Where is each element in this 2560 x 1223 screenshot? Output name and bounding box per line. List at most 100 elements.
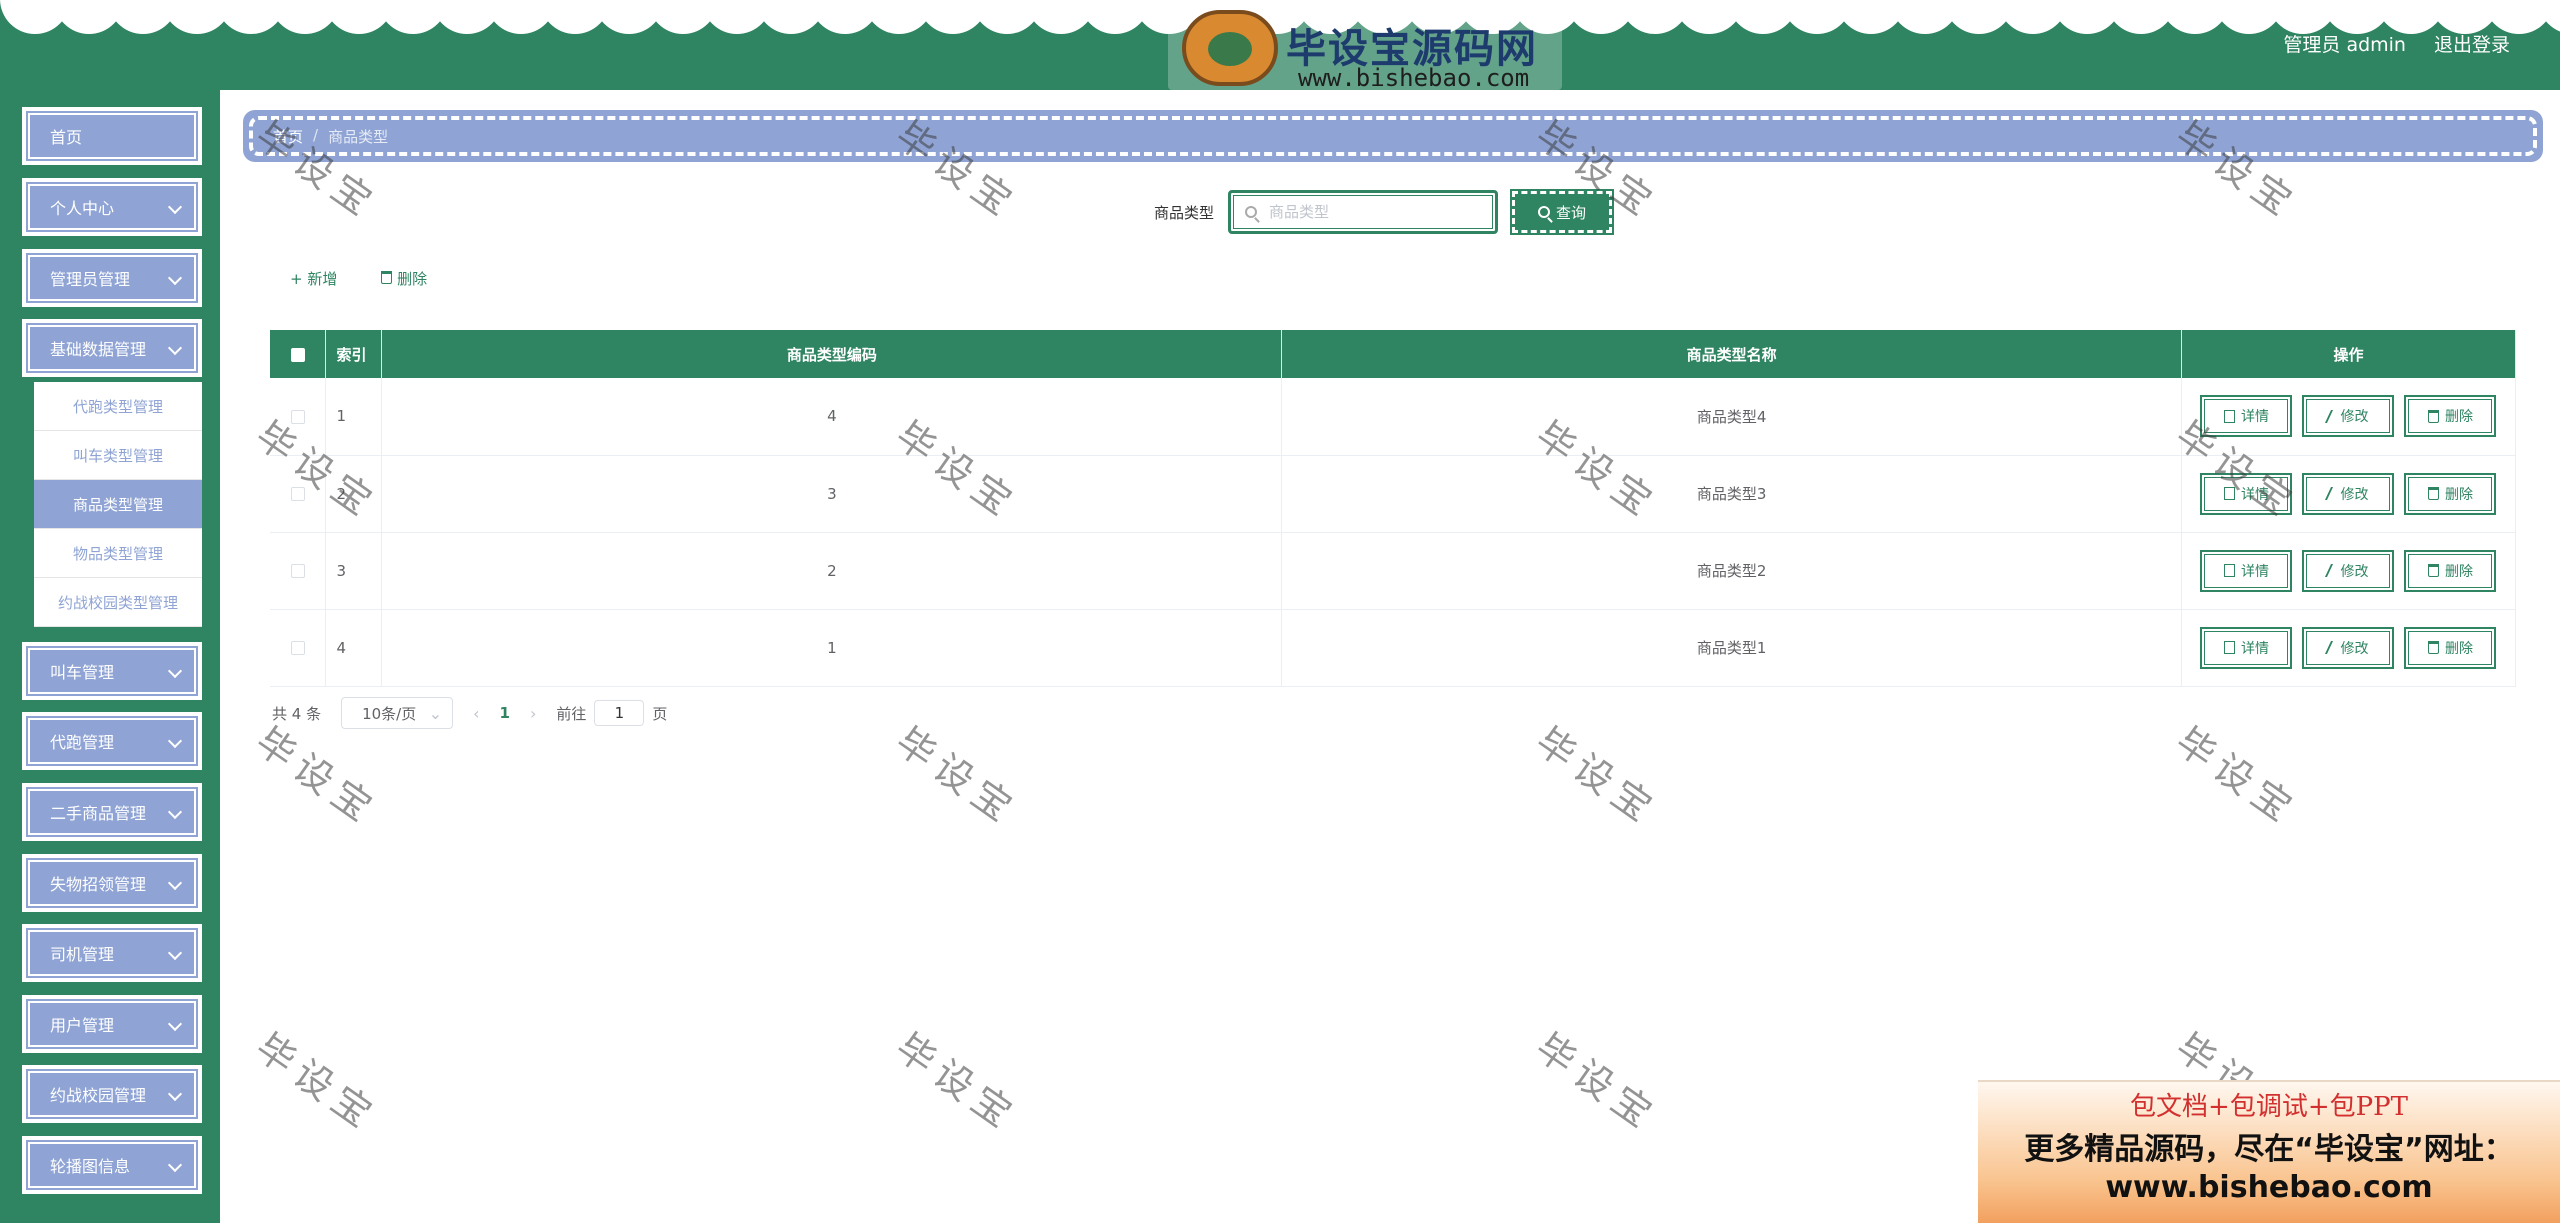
detail-label: 详情 — [2240, 409, 2269, 426]
select-all-checkbox[interactable] — [290, 347, 305, 362]
delete-button[interactable]: 删除 — [2404, 549, 2497, 592]
sidebar-item-label: 司机管理 — [50, 945, 115, 964]
header-user-area: 管理员 admin 退出登录 — [2283, 30, 2510, 57]
sidebar-item-basic-data[interactable]: 基础数据管理 — [22, 319, 202, 377]
cell-code: 2 — [381, 532, 1283, 610]
sidebar-item-user[interactable]: 用户管理 — [22, 995, 202, 1053]
row-checkbox[interactable] — [290, 564, 305, 578]
search-icon — [1245, 206, 1258, 218]
detail-button[interactable]: 详情 — [2200, 549, 2293, 592]
promo-banner: 包文档+包调试+包PPT 更多精品源码，尽在“毕设宝”网址： www.bishe… — [1978, 1080, 2560, 1223]
cell-index: 4 — [325, 609, 383, 687]
watermark-text: 毕设宝 — [887, 1024, 1027, 1140]
delete-label: 删除 — [2444, 486, 2473, 503]
trash-icon — [2427, 564, 2439, 577]
sidebar-item-lost-found[interactable]: 失物招领管理 — [22, 854, 202, 912]
sidebar-item-carousel[interactable]: 轮播图信息 — [22, 1136, 202, 1194]
cell-name: 商品类型3 — [1281, 455, 2182, 533]
sidebar-item-home[interactable]: 首页 — [22, 107, 202, 165]
submenu-item-campus-type[interactable]: 约战校园类型管理 — [34, 578, 202, 627]
edit-button[interactable]: 修改 — [2302, 395, 2395, 438]
search-label: 商品类型 — [1154, 203, 1215, 222]
sidebar-item-run[interactable]: 代跑管理 — [22, 712, 202, 770]
chevron-down-icon — [167, 733, 183, 749]
goto-page: 前往 1 页 — [556, 700, 667, 726]
goto-page-input[interactable]: 1 — [594, 700, 645, 726]
delete-label: 删除 — [2444, 640, 2473, 657]
search-input[interactable] — [1269, 203, 1470, 221]
sidebar-item-label: 用户管理 — [50, 1016, 115, 1035]
cell-actions: 详情 修改 删除 — [2181, 455, 2517, 533]
watermark-text: 毕设宝 — [1527, 718, 1667, 834]
search-icon — [1538, 206, 1550, 218]
document-icon — [2223, 641, 2235, 654]
sidebar-item-label: 约战校园管理 — [50, 1086, 147, 1105]
delete-button[interactable]: 删除 — [2404, 626, 2497, 669]
column-header-index: 索引 — [325, 330, 383, 378]
goods-type-table: 索引 商品类型编码 商品类型名称 操作 1 4 商品类型4 详情 修改 删除 2… — [270, 330, 2517, 687]
sidebar-item-driver[interactable]: 司机管理 — [22, 924, 202, 982]
table-toolbar: + 新增 删除 — [290, 268, 427, 289]
sidebar-item-label: 二手商品管理 — [50, 804, 147, 823]
chevron-down-icon: ⌄ — [428, 703, 443, 723]
top-header: 毕设宝源码网 www.bishebao.com 管理员 admin 退出登录 — [0, 0, 2560, 90]
sidebar-item-admin[interactable]: 管理员管理 — [22, 249, 202, 307]
edit-label: 修改 — [2340, 409, 2369, 426]
watermark-text: 毕设宝 — [247, 1024, 387, 1140]
sidebar-item-label: 代跑管理 — [50, 733, 115, 752]
delete-button[interactable]: 删除 — [2404, 395, 2497, 438]
detail-button[interactable]: 详情 — [2200, 395, 2293, 438]
detail-label: 详情 — [2240, 563, 2269, 580]
admin-user-label[interactable]: 管理员 admin — [2283, 30, 2406, 57]
submenu-item-goods-type[interactable]: 商品类型管理 — [34, 480, 202, 529]
batch-delete-button[interactable]: 删除 — [381, 268, 427, 289]
chevron-down-icon — [167, 945, 183, 961]
promo-line-2: 更多精品源码，尽在“毕设宝”网址： — [2024, 1132, 2514, 1167]
detail-label: 详情 — [2240, 486, 2269, 503]
sidebar-item-secondhand[interactable]: 二手商品管理 — [22, 783, 202, 841]
sidebar-item-personal[interactable]: 个人中心 — [22, 178, 202, 236]
select-all-header[interactable] — [270, 330, 327, 378]
delete-button[interactable]: 删除 — [2404, 472, 2497, 515]
edit-button[interactable]: 修改 — [2302, 472, 2395, 515]
row-actions: 详情 修改 删除 — [2182, 395, 2515, 438]
next-page-button[interactable]: › — [530, 704, 536, 723]
cell-actions: 详情 修改 删除 — [2181, 609, 2517, 687]
edit-label: 修改 — [2340, 563, 2369, 580]
cell-name: 商品类型2 — [1281, 532, 2182, 610]
breadcrumb-home[interactable]: 首页 — [273, 126, 303, 147]
delete-label: 删除 — [2444, 409, 2473, 426]
row-checkbox[interactable] — [290, 409, 305, 424]
submenu-item-run-type[interactable]: 代跑类型管理 — [34, 382, 202, 431]
sidebar-item-campus[interactable]: 约战校园管理 — [22, 1065, 202, 1123]
batch-delete-label: 删除 — [397, 270, 428, 288]
search-button[interactable]: 查询 — [1510, 189, 1615, 235]
edit-button[interactable]: 修改 — [2302, 626, 2395, 669]
cell-code: 3 — [381, 455, 1283, 533]
row-checkbox[interactable] — [290, 641, 305, 655]
row-checkbox[interactable] — [290, 487, 305, 501]
add-button[interactable]: + 新增 — [290, 268, 337, 289]
detail-button[interactable]: 详情 — [2200, 626, 2293, 669]
page-size-select[interactable]: 10条/页 ⌄ — [341, 697, 454, 729]
cell-code: 1 — [381, 609, 1283, 687]
chevron-down-icon — [167, 663, 183, 679]
search-input-wrapper[interactable] — [1228, 190, 1499, 234]
logo-badge-icon — [1182, 10, 1278, 86]
edit-button[interactable]: 修改 — [2302, 549, 2395, 592]
row-select-cell — [270, 378, 327, 456]
logout-link[interactable]: 退出登录 — [2434, 30, 2510, 57]
row-actions: 详情 修改 删除 — [2182, 626, 2515, 669]
detail-button[interactable]: 详情 — [2200, 472, 2293, 515]
document-icon — [2223, 409, 2235, 423]
sidebar-item-car[interactable]: 叫车管理 — [22, 642, 202, 700]
submenu-item-item-type[interactable]: 物品类型管理 — [34, 529, 202, 578]
prev-page-button[interactable]: ‹ — [473, 704, 479, 723]
submenu-item-car-type[interactable]: 叫车类型管理 — [34, 431, 202, 480]
goto-prefix: 前往 — [556, 704, 587, 723]
detail-label: 详情 — [2240, 640, 2269, 657]
column-header-actions: 操作 — [2181, 330, 2517, 378]
trash-icon — [2427, 487, 2439, 500]
page-number-current[interactable]: 1 — [500, 704, 510, 722]
promo-line-1: 包文档+包调试+包PPT — [2130, 1092, 2408, 1122]
